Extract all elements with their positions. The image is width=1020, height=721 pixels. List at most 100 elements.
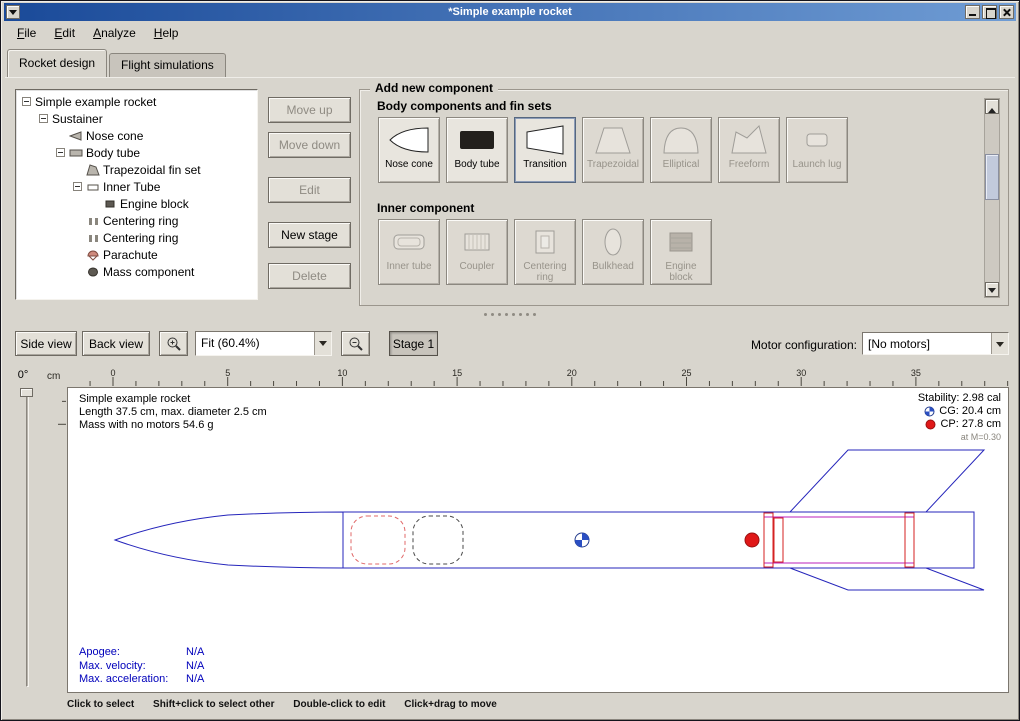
inner-tube-icon [387,224,431,260]
move-down-button[interactable]: Move down [268,132,351,158]
tree-expander-icon[interactable] [56,148,65,157]
back-view-button[interactable]: Back view [82,331,150,356]
hint-shift-click: Shift+click to select other [153,699,274,710]
nose-cone-icon [69,130,86,142]
tree-expander-icon[interactable] [22,97,31,106]
scroll-up-icon[interactable] [985,99,999,114]
component-engine-block-button[interactable]: Engine block [650,219,712,285]
status-bar: Click to select Shift+click to select ot… [67,699,513,710]
delete-button[interactable]: Delete [268,263,351,289]
menu-file[interactable]: File [8,23,45,43]
rocket-view-canvas[interactable]: Simple example rocket Length 37.5 cm, ma… [67,387,1009,693]
window-title: *Simple example rocket [4,3,1016,21]
edit-button[interactable]: Edit [268,177,351,203]
motor-configuration-combobox[interactable]: [No motors] [862,332,1009,355]
tree-item-sustainer[interactable]: Sustainer [18,110,255,127]
component-inner-tube-button[interactable]: Inner tube [378,219,440,285]
component-nose-cone-button[interactable]: Nose cone [378,117,440,183]
component-trapezoidal-button[interactable]: Trapezoidal [582,117,644,183]
application-window: *Simple example rocket FileEditAnalyzeHe… [0,0,1020,721]
tree-expander-icon[interactable] [73,182,82,191]
tree-item-label: Trapezoidal fin set [103,163,201,177]
component-row-1: Inner tube Coupler Centering ring BulkheadE… [378,219,712,285]
tree-item-engine-block[interactable]: Engine block [18,195,255,212]
component-coupler-button[interactable]: Coupler [446,219,508,285]
action-buttons: Move up Move down Edit New stage Delete [268,97,351,289]
window-menu-button[interactable] [6,5,20,19]
parachute-outline [351,516,405,564]
zoom-out-button[interactable] [341,331,370,356]
engine-block-icon [659,224,703,260]
component-button-label: Centering ring [515,261,575,283]
component-button-label: Inner tube [384,261,433,272]
splitter-handle[interactable] [1,311,1019,319]
body-tube-icon [455,122,499,158]
zoom-level-combobox[interactable]: Fit (60.4%) [195,331,332,356]
cp-marker [745,533,759,547]
tree-item-simple-example-rocket[interactable]: Simple example rocket [18,93,255,110]
tab-rocket-design[interactable]: Rocket design [7,49,107,77]
menu-analyze[interactable]: Analyze [84,23,145,43]
component-tree[interactable]: Simple example rocketSustainerNose coneB… [15,89,258,300]
title-bar[interactable]: *Simple example rocket [4,3,1016,21]
tree-expander-icon[interactable] [39,114,48,123]
component-transition-button[interactable]: Transition [514,117,576,183]
bulkhead-icon [591,224,635,260]
launch-lug-icon [795,122,839,158]
component-centering-ring-button[interactable]: Centering ring [514,219,576,285]
rocket-drawing[interactable] [68,388,1008,692]
centering-ring-icon [523,224,567,260]
vertical-ruler [47,387,67,693]
tree-item-centering-ring[interactable]: Centering ring [18,212,255,229]
maximize-button[interactable] [982,5,997,19]
rotation-slider[interactable] [19,387,35,691]
max-acceleration-value: N/A [186,673,204,685]
apogee-label: Apogee: [79,646,186,660]
chevron-down-icon[interactable] [314,332,331,355]
svg-text:30: 30 [796,369,806,378]
tree-item-mass-component[interactable]: Mass component [18,263,255,280]
menu-help[interactable]: Help [145,23,188,43]
add-component-panel: Add new component Body components and fi… [359,89,1009,306]
move-up-button[interactable]: Move up [268,97,351,123]
component-panel-scrollbar[interactable] [984,98,1000,298]
tree-item-nose-cone[interactable]: Nose cone [18,127,255,144]
chevron-down-icon[interactable] [991,333,1008,354]
tree-item-parachute[interactable]: Parachute [18,246,255,263]
tree-item-label: Parachute [103,248,158,262]
component-button-label: Freeform [727,159,772,170]
cp-legend-icon [925,419,936,430]
scroll-down-icon[interactable] [985,282,999,297]
motor-configuration-value: [No motors] [863,333,991,354]
tree-item-trapezoidal-fin-set[interactable]: Trapezoidal fin set [18,161,255,178]
tab-flight-simulations[interactable]: Flight simulations [109,53,226,77]
new-stage-button[interactable]: New stage [268,222,351,248]
tree-item-body-tube[interactable]: Body tube [18,144,255,161]
minimize-button[interactable] [965,5,980,19]
centering-ring-outline [764,513,773,567]
tree-item-inner-tube[interactable]: Inner Tube [18,178,255,195]
component-bulkhead-button[interactable]: Bulkhead [582,219,644,285]
component-freeform-button[interactable]: Freeform [718,117,780,183]
svg-text:0: 0 [110,369,115,378]
zoom-in-button[interactable] [159,331,188,356]
tree-item-label: Centering ring [103,214,178,228]
rocket-mass: Mass with no motors 54.6 g [79,419,267,432]
side-view-button[interactable]: Side view [15,331,77,356]
component-body-tube-button[interactable]: Body tube [446,117,508,183]
component-button-label: Launch lug [791,159,844,170]
svg-text:35: 35 [911,369,921,378]
component-launch-lug-button[interactable]: Launch lug [786,117,848,183]
slider-handle[interactable] [20,388,33,397]
cg-value: CG: 20.4 cm [939,405,1001,418]
stage-1-toggle[interactable]: Stage 1 [389,331,438,356]
parachute-icon [86,249,103,261]
close-button[interactable] [999,5,1014,19]
mach-note: at M=0.30 [918,431,1001,444]
coupler-icon [455,224,499,260]
scrollbar-thumb[interactable] [985,154,999,200]
menu-edit[interactable]: Edit [45,23,84,43]
tree-item-centering-ring[interactable]: Centering ring [18,229,255,246]
component-elliptical-button[interactable]: Elliptical [650,117,712,183]
mass-icon [86,266,103,278]
